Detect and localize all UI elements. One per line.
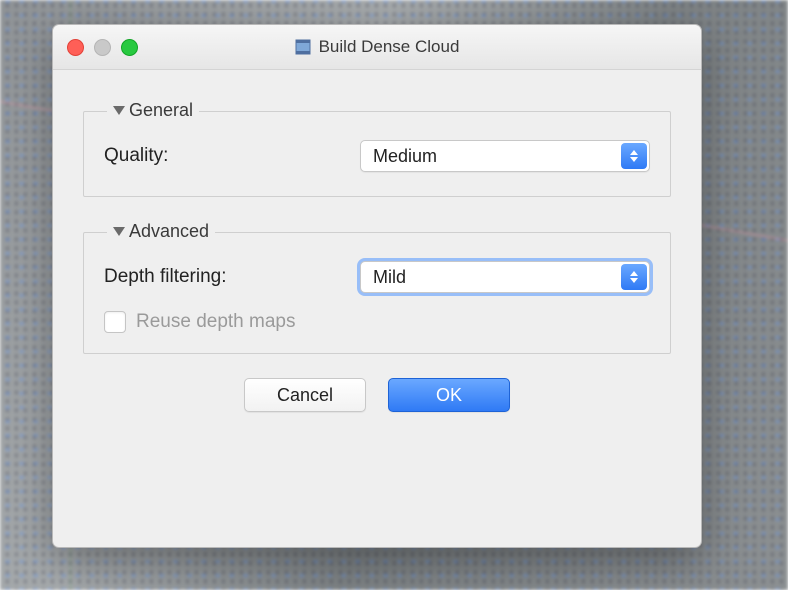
close-window-button[interactable] (67, 39, 84, 56)
window-controls (67, 39, 138, 56)
general-group-toggle[interactable]: General (107, 100, 199, 121)
depth-filtering-row: Depth filtering: Mild (104, 261, 650, 293)
updown-arrows-icon (621, 143, 647, 169)
window-title: Build Dense Cloud (53, 37, 701, 57)
titlebar[interactable]: Build Dense Cloud (53, 25, 701, 70)
depth-filtering-label: Depth filtering: (104, 266, 227, 288)
cancel-button[interactable]: Cancel (244, 378, 366, 412)
chevron-down-icon (113, 106, 125, 115)
quality-label: Quality: (104, 145, 168, 167)
dialog-body: General Quality: Medium Advanced Depth f… (53, 70, 701, 432)
quality-row: Quality: Medium (104, 140, 650, 172)
updown-arrows-icon (621, 264, 647, 290)
cancel-button-label: Cancel (277, 385, 333, 406)
ok-button[interactable]: OK (388, 378, 510, 412)
dialog-buttons: Cancel OK (83, 378, 671, 412)
depth-filtering-select[interactable]: Mild (360, 261, 650, 293)
quality-select-value: Medium (373, 146, 437, 167)
quality-select[interactable]: Medium (360, 140, 650, 172)
reuse-depth-maps-checkbox[interactable] (104, 311, 126, 333)
build-dense-cloud-dialog: Build Dense Cloud General Quality: Mediu… (52, 24, 702, 548)
ok-button-label: OK (436, 385, 462, 406)
window-title-text: Build Dense Cloud (319, 37, 460, 57)
general-legend: General (129, 100, 193, 121)
zoom-window-button[interactable] (121, 39, 138, 56)
reuse-depth-maps-label: Reuse depth maps (136, 311, 296, 333)
reuse-depth-maps-row: Reuse depth maps (104, 311, 650, 333)
general-group: Quality: Medium (83, 111, 671, 197)
chevron-down-icon (113, 227, 125, 236)
advanced-group: Depth filtering: Mild Reuse depth maps (83, 232, 671, 354)
minimize-window-button[interactable] (94, 39, 111, 56)
app-icon (295, 39, 311, 55)
advanced-legend: Advanced (129, 221, 209, 242)
depth-filtering-select-value: Mild (373, 267, 406, 288)
advanced-group-toggle[interactable]: Advanced (107, 221, 215, 242)
